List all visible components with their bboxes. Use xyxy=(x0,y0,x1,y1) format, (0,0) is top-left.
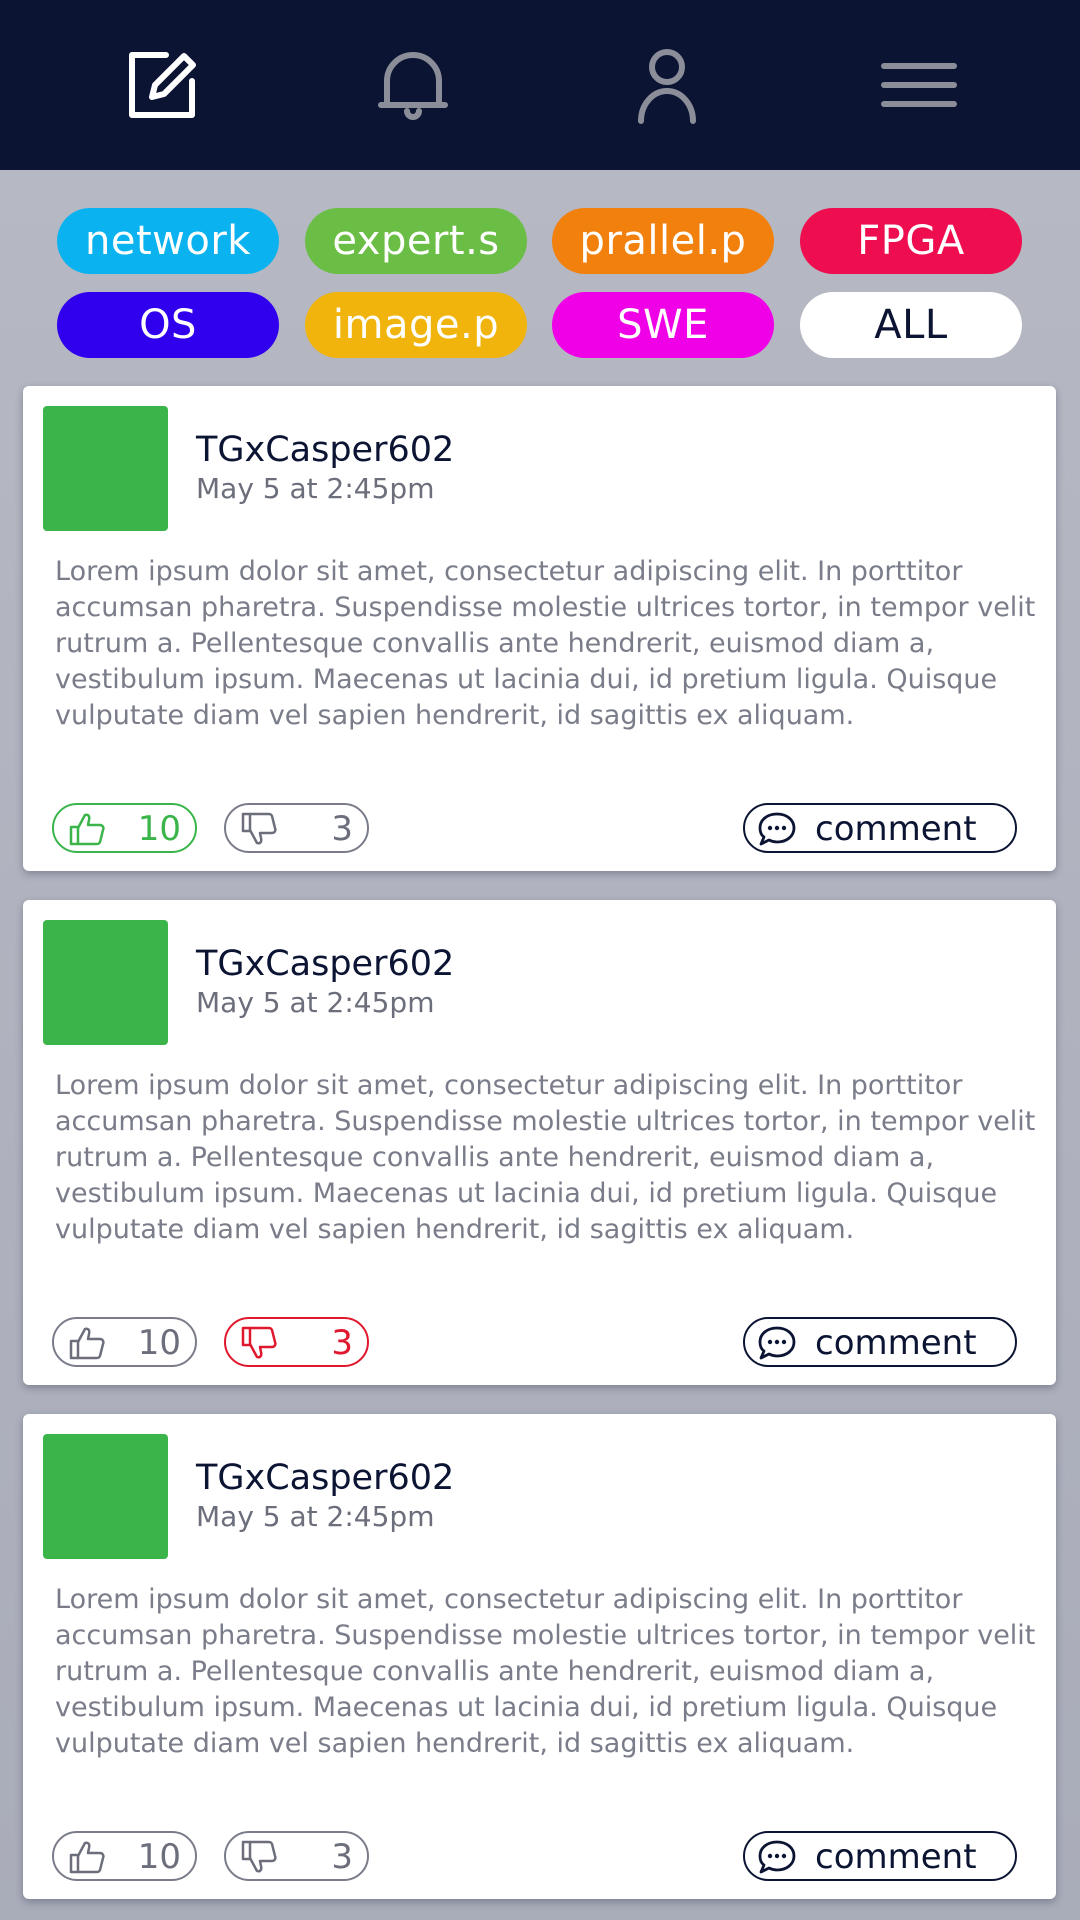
profile-button[interactable] xyxy=(627,45,707,125)
dislike-button[interactable]: 3 xyxy=(224,1317,369,1367)
tag-all[interactable]: ALL xyxy=(800,292,1022,358)
dislike-count: 3 xyxy=(331,1323,353,1363)
comment-bubble-icon xyxy=(758,1840,796,1874)
tag-parallel-processing[interactable]: prallel.p xyxy=(552,208,774,274)
post-body: Lorem ipsum dolor sit amet, consectetur … xyxy=(55,1070,1036,1245)
dislike-button[interactable]: 3 xyxy=(224,803,369,853)
post-body: Lorem ipsum dolor sit amet, consectetur … xyxy=(55,556,1036,731)
dislike-button[interactable]: 3 xyxy=(224,1831,369,1881)
post-username[interactable]: TGxCasper602 xyxy=(196,1458,454,1498)
tag-image-processing[interactable]: image.p xyxy=(305,292,527,358)
tag-swe[interactable]: SWE xyxy=(552,292,774,358)
avatar[interactable] xyxy=(43,406,168,531)
avatar[interactable] xyxy=(43,920,168,1045)
comment-button[interactable]: comment xyxy=(743,1831,1017,1881)
dislike-count: 3 xyxy=(331,809,353,849)
user-icon xyxy=(638,49,696,124)
thumbs-up-icon xyxy=(69,1841,105,1874)
bell-icon xyxy=(378,52,448,120)
tag-fpga[interactable]: FPGA xyxy=(800,208,1022,274)
notifications-button[interactable] xyxy=(373,45,453,125)
thumbs-up-icon xyxy=(69,1327,105,1360)
like-count: 10 xyxy=(137,809,181,849)
post-timestamp: May 5 at 2:45pm xyxy=(196,472,435,505)
post-card: TGxCasper602 May 5 at 2:45pm Lorem ipsum… xyxy=(23,1414,1056,1899)
comment-button[interactable]: comment xyxy=(743,803,1017,853)
like-button[interactable]: 10 xyxy=(52,1831,197,1881)
tag-expert-systems[interactable]: expert.s xyxy=(305,208,527,274)
menu-button[interactable] xyxy=(879,45,959,125)
top-nav-bar xyxy=(0,0,1080,170)
post-timestamp: May 5 at 2:45pm xyxy=(196,1500,435,1533)
post-username[interactable]: TGxCasper602 xyxy=(196,944,454,984)
post-card: TGxCasper602 May 5 at 2:45pm Lorem ipsum… xyxy=(23,386,1056,871)
avatar[interactable] xyxy=(43,1434,168,1559)
like-count: 10 xyxy=(137,1323,181,1363)
post-timestamp: May 5 at 2:45pm xyxy=(196,986,435,1019)
comment-button[interactable]: comment xyxy=(743,1317,1017,1367)
post-card: TGxCasper602 May 5 at 2:45pm Lorem ipsum… xyxy=(23,900,1056,1385)
tag-network[interactable]: network xyxy=(57,208,279,274)
comment-bubble-icon xyxy=(758,1326,796,1360)
like-button[interactable]: 10 xyxy=(52,803,197,853)
menu-icon xyxy=(881,63,957,107)
dislike-count: 3 xyxy=(331,1837,353,1877)
post-body: Lorem ipsum dolor sit amet, consectetur … xyxy=(55,1584,1036,1759)
thumbs-down-icon xyxy=(241,1326,277,1359)
comment-label: comment xyxy=(815,809,977,849)
comment-bubble-icon xyxy=(758,812,796,846)
comment-label: comment xyxy=(815,1837,977,1877)
tag-os[interactable]: OS xyxy=(57,292,279,358)
edit-button[interactable] xyxy=(122,45,202,125)
thumbs-up-icon xyxy=(69,813,105,846)
like-count: 10 xyxy=(137,1837,181,1877)
like-button[interactable]: 10 xyxy=(52,1317,197,1367)
thumbs-down-icon xyxy=(241,1840,277,1873)
edit-icon xyxy=(129,52,196,118)
post-username[interactable]: TGxCasper602 xyxy=(196,430,454,470)
thumbs-down-icon xyxy=(241,812,277,845)
comment-label: comment xyxy=(815,1323,977,1363)
